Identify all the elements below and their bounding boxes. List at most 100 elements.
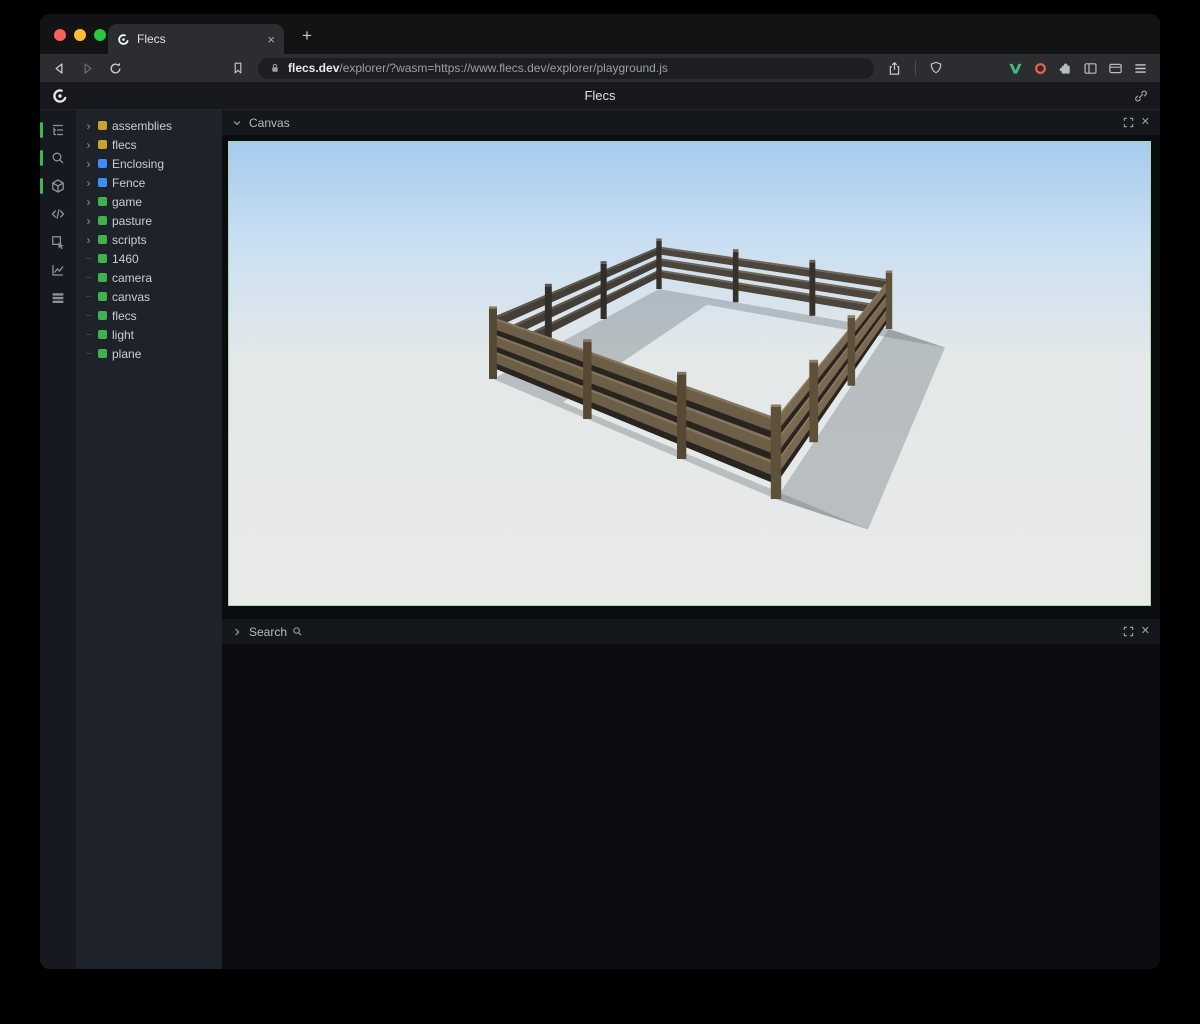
entity-label: game: [112, 195, 142, 209]
canvas-panel-title: Canvas: [249, 116, 290, 130]
bookmark-icon[interactable]: [231, 61, 245, 75]
entity-label: canvas: [112, 290, 150, 304]
entity-label: flecs: [112, 138, 137, 152]
sidebar-toggle-icon[interactable]: [1083, 61, 1098, 76]
expand-arrow-icon[interactable]: ›: [84, 158, 93, 170]
canvas-panel-header: Canvas ✕: [222, 110, 1160, 135]
tool-rail: [40, 110, 76, 969]
tool-search-button[interactable]: [43, 145, 73, 171]
tool-inspector-button[interactable]: [43, 229, 73, 255]
leaf-dash-icon: –: [84, 273, 93, 283]
tool-scripts-button[interactable]: [43, 201, 73, 227]
entity-color-square: [98, 197, 107, 206]
tool-tables-button[interactable]: [43, 285, 73, 311]
tree-item-pasture[interactable]: › pasture: [76, 211, 222, 230]
tree-item-plane[interactable]: – plane: [76, 344, 222, 363]
brave-shield-icon[interactable]: [929, 61, 943, 75]
expand-arrow-icon[interactable]: ›: [84, 196, 93, 208]
back-button[interactable]: [52, 61, 67, 76]
entity-label: Fence: [112, 176, 145, 190]
leaf-dash-icon: –: [84, 349, 93, 359]
tree-item-1460[interactable]: –1460: [76, 249, 222, 268]
browser-toolbar: flecs.dev/explorer/?wasm=https://www.fle…: [40, 54, 1160, 82]
tree-item-flecs[interactable]: – flecs: [76, 306, 222, 325]
search-panel-title: Search: [249, 625, 287, 639]
share-icon[interactable]: [887, 61, 902, 76]
browser-tab-flecs[interactable]: Flecs ×: [108, 24, 284, 54]
window-minimize-button[interactable]: [74, 29, 86, 41]
chevron-right-icon[interactable]: [232, 627, 242, 637]
new-tab-button[interactable]: +: [294, 23, 320, 49]
entity-label: Enclosing: [112, 157, 164, 171]
expand-icon[interactable]: [1123, 117, 1134, 128]
tab-close-icon[interactable]: ×: [267, 33, 275, 46]
expand-arrow-icon[interactable]: ›: [84, 120, 93, 132]
entity-color-square: [98, 273, 107, 282]
tree-item-scripts[interactable]: ›scripts: [76, 230, 222, 249]
expand-arrow-icon[interactable]: ›: [84, 177, 93, 189]
entity-color-square: [98, 235, 107, 244]
extension-icons: [1008, 61, 1148, 76]
url-text: flecs.dev/explorer/?wasm=https://www.fle…: [288, 61, 668, 75]
entity-label: pasture: [112, 214, 152, 228]
wallet-icon[interactable]: [1108, 61, 1123, 76]
tool-canvas-button[interactable]: [43, 173, 73, 199]
tab-title: Flecs: [137, 32, 260, 46]
tree-item-canvas[interactable]: – canvas: [76, 287, 222, 306]
tree-item-assemblies[interactable]: ›assemblies: [76, 116, 222, 135]
toolbar-divider: [915, 61, 916, 75]
window-close-button[interactable]: [54, 29, 66, 41]
menu-button[interactable]: [1133, 61, 1148, 76]
tree-item-Fence[interactable]: › Fence: [76, 173, 222, 192]
lock-icon: [269, 62, 281, 74]
leaf-dash-icon: –: [84, 254, 93, 264]
url-bar[interactable]: flecs.dev/explorer/?wasm=https://www.fle…: [258, 58, 874, 79]
close-icon[interactable]: ✕: [1141, 117, 1150, 128]
entity-color-square: [98, 330, 107, 339]
app-body: ›assemblies›flecs›Enclosing›Fence›game›p…: [40, 110, 1160, 969]
scene-background: [229, 142, 1150, 605]
leaf-dash-icon: –: [84, 292, 93, 302]
entity-label: flecs: [112, 309, 137, 323]
tree-item-light[interactable]: – light: [76, 325, 222, 344]
entity-color-square: [98, 349, 107, 358]
expand-icon[interactable]: [1123, 626, 1134, 637]
search-icon: [292, 626, 303, 637]
entity-color-square: [98, 121, 107, 130]
chevron-down-icon[interactable]: [232, 118, 242, 128]
flecs-favicon-icon: [117, 33, 130, 46]
reload-button[interactable]: [108, 61, 123, 76]
scene-svg[interactable]: [229, 142, 1150, 605]
search-panel-body: [222, 644, 1160, 969]
puzzle-icon[interactable]: [1058, 61, 1073, 76]
expand-arrow-icon[interactable]: ›: [84, 234, 93, 246]
tree-item-flecs[interactable]: › flecs: [76, 135, 222, 154]
expand-arrow-icon[interactable]: ›: [84, 139, 93, 151]
canvas-viewport[interactable]: [228, 141, 1151, 606]
expand-arrow-icon[interactable]: ›: [84, 215, 93, 227]
entity-tree-panel: ›assemblies›flecs›Enclosing›Fence›game›p…: [76, 110, 222, 969]
window-zoom-button[interactable]: [94, 29, 106, 41]
entity-label: light: [112, 328, 134, 342]
browser-tabstrip: Flecs × +: [40, 14, 1160, 54]
leaf-dash-icon: –: [84, 311, 93, 321]
entity-color-square: [98, 159, 107, 168]
entity-color-square: [98, 178, 107, 187]
entity-label: plane: [112, 347, 141, 361]
close-icon[interactable]: ✕: [1141, 626, 1150, 637]
extension-v-icon[interactable]: [1008, 61, 1023, 76]
entity-color-square: [98, 140, 107, 149]
entity-color-square: [98, 311, 107, 320]
extension-red-icon[interactable]: [1033, 61, 1048, 76]
tree-item-Enclosing[interactable]: › Enclosing: [76, 154, 222, 173]
app-header: Flecs: [40, 82, 1160, 110]
tree-item-camera[interactable]: –camera: [76, 268, 222, 287]
leaf-dash-icon: –: [84, 330, 93, 340]
tree-item-game[interactable]: › game: [76, 192, 222, 211]
tool-entity-tree-button[interactable]: [43, 117, 73, 143]
flecs-explorer-app: Flecs: [40, 82, 1160, 969]
forward-button[interactable]: [80, 61, 95, 76]
link-icon[interactable]: [1134, 89, 1148, 108]
tool-statistics-button[interactable]: [43, 257, 73, 283]
main-area: Canvas ✕: [222, 110, 1160, 969]
